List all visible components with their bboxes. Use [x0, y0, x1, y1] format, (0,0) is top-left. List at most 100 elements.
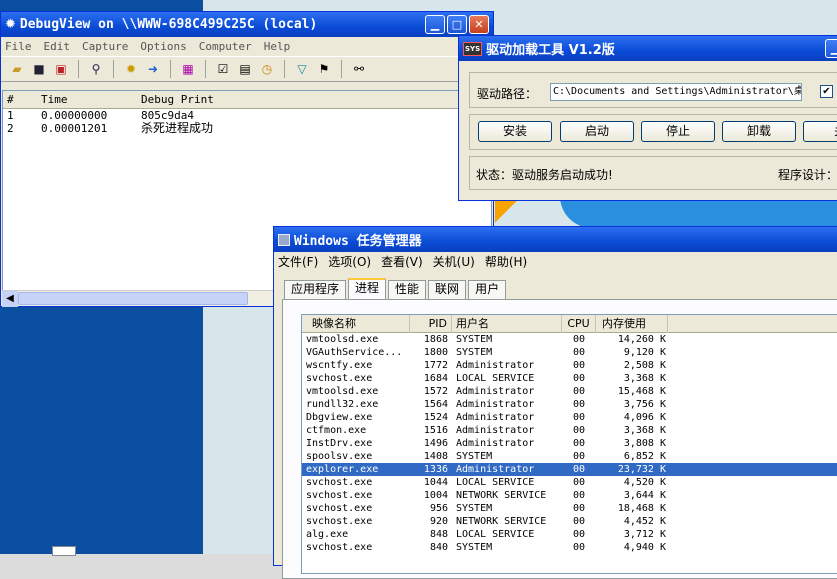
taskmgr-menubar: 文件(F) 选项(O) 查看(V) 关机(U) 帮助(H) — [274, 252, 837, 271]
process-row[interactable]: wscntfy.exe 1772 Administrator 00 2,508 K — [302, 359, 837, 372]
path-group: 驱动路径： C:\Documents and Settings\Administ… — [469, 72, 837, 108]
timestamp-icon[interactable]: ◷ — [259, 61, 275, 77]
debugview-toolbar: ▰ ■ ▣ ⚲ ✹ ➜ ▦ ☑ ▤ ◷ ▽ ⚑ ⚯ — [1, 56, 493, 82]
flag-icon[interactable]: ⚑ — [316, 61, 332, 77]
process-user: LOCAL SERVICE — [456, 373, 535, 384]
stop-button[interactable]: 停止 — [641, 121, 715, 142]
process-name: explorer.exe — [306, 464, 379, 475]
tab-processes[interactable]: 进程 — [348, 278, 387, 299]
driver-loader-window[interactable]: SYS 驱动加载工具 V1.2版 ▁ 驱动路径： C:\Documents an… — [458, 35, 837, 201]
tab-applications[interactable]: 应用程序 — [284, 280, 347, 299]
close-button[interactable]: ✕ — [469, 15, 489, 34]
menu-options[interactable]: Options — [140, 40, 186, 53]
task-manager-window[interactable]: Windows 任务管理器 文件(F) 选项(O) 查看(V) 关机(U) 帮助… — [273, 226, 837, 579]
option-checkbox[interactable]: ✔ — [820, 85, 833, 98]
uninstall-button[interactable]: 卸载 — [722, 121, 796, 142]
desktop-file-icon[interactable] — [52, 546, 76, 556]
save-icon[interactable]: ■ — [31, 61, 47, 77]
process-list[interactable]: 映像名称 PID 用户名 CPU 内存使用 vmtoolsd.exe 1868 SY… — [301, 314, 837, 574]
debug-row[interactable]: 1 0.00000000 805c9da4 — [3, 109, 491, 122]
processes-panel: 映像名称 PID 用户名 CPU 内存使用 vmtoolsd.exe 1868 SY… — [282, 299, 837, 579]
process-row[interactable]: vmtoolsd.exe 1572 Administrator 00 15,468 K — [302, 385, 837, 398]
process-cpu: 00 — [572, 451, 586, 462]
process-row[interactable]: alg.exe 848 LOCAL SERVICE 00 3,712 K — [302, 528, 837, 541]
menu-file[interactable]: 文件(F) — [278, 253, 318, 270]
minimize-button[interactable]: ▁ — [425, 15, 445, 34]
row-message: 杀死进程成功 — [141, 121, 214, 135]
process-row[interactable]: svchost.exe 1684 LOCAL SERVICE 00 3,368 K — [302, 372, 837, 385]
menu-help[interactable]: 帮助(H) — [485, 253, 527, 270]
start-button[interactable]: 启动 — [560, 121, 634, 142]
autoscroll-icon[interactable]: ➜ — [145, 61, 161, 77]
column-cpu[interactable]: CPU — [562, 314, 596, 333]
debug-row[interactable]: 2 0.00001201 杀死进程成功 — [3, 121, 491, 136]
column-memory[interactable]: 内存使用 — [596, 314, 668, 333]
process-memory: 14,260 K — [617, 334, 666, 345]
menu-edit[interactable]: Edit — [44, 40, 71, 53]
find-icon[interactable]: ⚲ — [88, 61, 104, 77]
capture-icon[interactable]: ✹ — [123, 61, 139, 77]
process-row[interactable]: Dbgview.exe 1524 Administrator 00 4,096 K — [302, 411, 837, 424]
tab-users[interactable]: 用户 — [468, 280, 507, 299]
debug-output-header: # Time Debug Print — [3, 91, 491, 109]
tab-performance[interactable]: 性能 — [388, 280, 427, 299]
process-user: Administrator — [456, 360, 535, 371]
open-icon[interactable]: ▰ — [9, 61, 25, 77]
process-row[interactable]: explorer.exe 1336 Administrator 00 23,732 K — [302, 463, 837, 476]
process-row[interactable]: VGAuthService... 1800 SYSTEM 00 9,120 K — [302, 346, 837, 359]
row-number: 2 — [7, 122, 14, 135]
process-row[interactable]: svchost.exe 920 NETWORK SERVICE 00 4,452 K — [302, 515, 837, 528]
process-pid: 1336 — [423, 464, 448, 475]
history-icon[interactable]: ▤ — [237, 61, 253, 77]
column-image-name[interactable]: 映像名称 — [302, 314, 410, 333]
pin-icon[interactable]: ▽ — [294, 61, 310, 77]
process-memory: 4,520 K — [623, 477, 666, 488]
column-username[interactable]: 用户名 — [452, 314, 562, 333]
process-row[interactable]: InstDrv.exe 1496 Administrator 00 3,808 K — [302, 437, 837, 450]
minimize-button[interactable]: ▁ — [825, 39, 837, 58]
process-row[interactable]: rundll32.exe 1564 Administrator 00 3,756 K — [302, 398, 837, 411]
process-row[interactable]: svchost.exe 1004 NETWORK SERVICE 00 3,644 K — [302, 489, 837, 502]
process-pid: 848 — [429, 529, 448, 540]
menu-file[interactable]: File — [5, 40, 32, 53]
toolbar-separator — [170, 60, 171, 78]
menu-computer[interactable]: Computer — [199, 40, 252, 53]
menu-shutdown[interactable]: 关机(U) — [433, 253, 475, 270]
filter-icon[interactable]: ☑ — [215, 61, 231, 77]
binoculars-icon[interactable]: ⚯ — [351, 61, 367, 77]
process-memory: 3,368 K — [623, 425, 666, 436]
tab-networking[interactable]: 联网 — [428, 280, 467, 299]
menu-view[interactable]: 查看(V) — [381, 253, 423, 270]
process-row[interactable]: svchost.exe 1044 LOCAL SERVICE 00 4,520 K — [302, 476, 837, 489]
process-row[interactable]: spoolsv.exe 1408 SYSTEM 00 6,852 K — [302, 450, 837, 463]
taskmgr-titlebar[interactable]: Windows 任务管理器 — [274, 227, 837, 252]
close-app-button[interactable]: 关 — [803, 121, 837, 142]
menu-capture[interactable]: Capture — [82, 40, 128, 53]
process-row[interactable]: svchost.exe 956 SYSTEM 00 18,468 K — [302, 502, 837, 515]
debugview-titlebar[interactable]: ✹ DebugView on \\WWW-698C499C25C (local)… — [1, 12, 493, 37]
column-time[interactable]: Time — [37, 93, 137, 106]
scrollbar-thumb[interactable] — [18, 292, 248, 305]
column-pid[interactable]: PID — [410, 314, 452, 333]
clear-icon[interactable]: ▣ — [53, 61, 69, 77]
process-row[interactable]: svchost.exe 840 SYSTEM 00 4,940 K — [302, 541, 837, 554]
maximize-button[interactable]: □ — [447, 15, 467, 34]
process-row[interactable]: ctfmon.exe 1516 Administrator 00 3,368 K — [302, 424, 837, 437]
scroll-left-icon[interactable]: ◀ — [2, 291, 18, 307]
process-memory: 3,712 K — [623, 529, 666, 540]
process-cpu: 00 — [572, 438, 586, 449]
process-pid: 1004 — [423, 490, 448, 501]
driver-title: 驱动加载工具 V1.2版 — [486, 43, 615, 58]
column-number[interactable]: # — [3, 93, 37, 106]
menu-help[interactable]: Help — [264, 40, 291, 53]
process-pid: 840 — [429, 542, 448, 553]
highlight-icon[interactable]: ▦ — [180, 61, 196, 77]
process-pid: 1572 — [423, 386, 448, 397]
install-button[interactable]: 安装 — [478, 121, 552, 142]
process-row[interactable]: vmtoolsd.exe 1868 SYSTEM 00 14,260 K — [302, 333, 837, 346]
driver-path-input[interactable]: C:\Documents and Settings\Administrator\… — [550, 83, 802, 101]
row-time: 0.00000000 — [41, 109, 108, 122]
driver-titlebar[interactable]: SYS 驱动加载工具 V1.2版 ▁ — [459, 36, 837, 61]
column-debug-print[interactable]: Debug Print — [137, 93, 491, 106]
menu-options[interactable]: 选项(O) — [328, 253, 371, 270]
